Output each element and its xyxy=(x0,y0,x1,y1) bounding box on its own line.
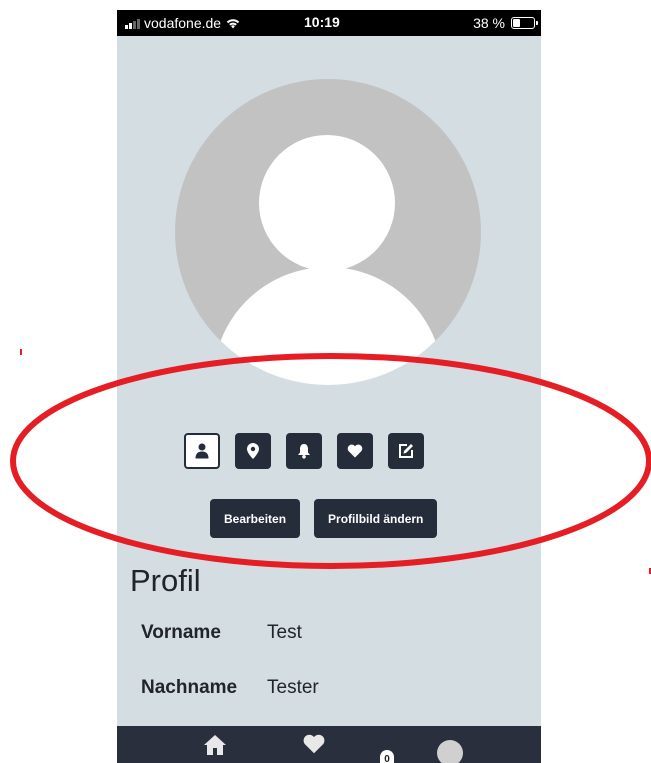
profile-picture xyxy=(175,79,481,385)
signal-strength-icon xyxy=(125,17,140,29)
edit-profile-icon-button[interactable] xyxy=(388,433,424,469)
battery-icon xyxy=(511,17,538,29)
first-name-label: Vorname xyxy=(141,622,221,643)
battery-indicator: 38 % xyxy=(473,15,538,31)
profile-button-row: Bearbeiten Profilbild ändern xyxy=(210,499,438,538)
favorites-button[interactable] xyxy=(337,433,373,469)
heart-icon xyxy=(347,444,363,458)
change-profile-picture-button[interactable]: Profilbild ändern xyxy=(314,499,438,538)
map-pin-icon xyxy=(247,443,259,459)
phone-screen: vodafone.de 10:19 38 % Bearbeiten Profil… xyxy=(117,10,541,763)
last-name-row: Nachname Tester xyxy=(141,677,319,699)
wifi-icon xyxy=(226,19,240,29)
profile-tab-button[interactable] xyxy=(184,433,220,469)
first-name-value: Test xyxy=(267,622,302,643)
bottom-navigation: 0 xyxy=(117,726,541,763)
home-icon[interactable] xyxy=(203,734,227,756)
last-name-value: Tester xyxy=(267,677,319,698)
first-name-row: Vorname Test xyxy=(141,622,302,644)
user-icon xyxy=(195,443,209,459)
nav-count-badge[interactable]: 0 xyxy=(380,750,394,763)
avatar-head xyxy=(259,135,395,271)
status-time: 10:19 xyxy=(304,14,340,30)
avatar-body xyxy=(213,267,443,385)
profile-action-icons xyxy=(184,433,424,469)
edit-button[interactable]: Bearbeiten xyxy=(210,499,301,538)
edit-icon xyxy=(399,444,413,458)
location-button[interactable] xyxy=(235,433,271,469)
nav-heart-icon[interactable] xyxy=(302,734,326,754)
carrier-info: vodafone.de xyxy=(125,15,241,31)
carrier-name: vodafone.de xyxy=(144,15,222,31)
annotation-tick-left xyxy=(20,349,22,355)
page-title: Profil xyxy=(130,563,201,598)
last-name-label: Nachname xyxy=(141,677,238,698)
notifications-button[interactable] xyxy=(286,433,322,469)
bell-icon xyxy=(298,444,310,459)
nav-avatar[interactable] xyxy=(437,740,463,763)
status-bar: vodafone.de 10:19 38 % xyxy=(117,10,541,36)
battery-percent: 38 % xyxy=(473,15,505,31)
